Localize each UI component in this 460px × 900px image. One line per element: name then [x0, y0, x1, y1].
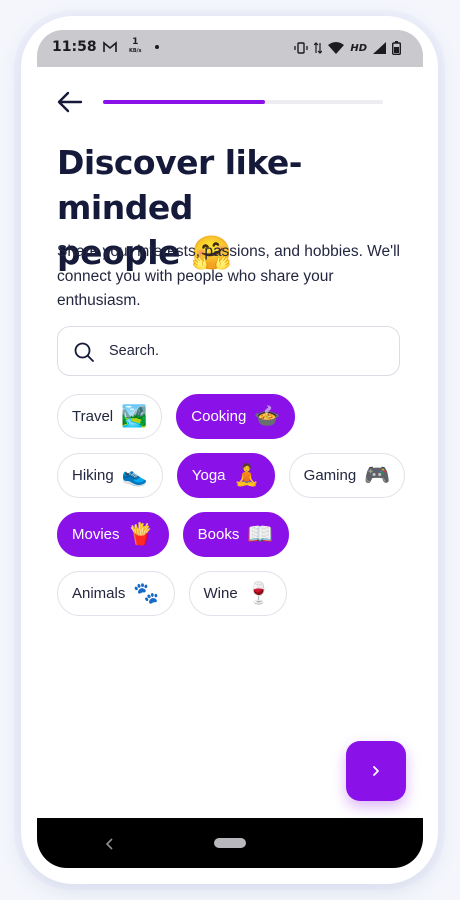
status-icons: HD — [294, 40, 401, 56]
next-button[interactable] — [346, 741, 406, 801]
page-subtitle: Share your interests, passions, and hobb… — [57, 243, 400, 309]
network-speed-value: 1 — [132, 37, 139, 47]
onboarding-interests-screen: Discover like-minded people 🤗 Share your… — [37, 67, 423, 818]
system-back-icon[interactable] — [105, 838, 115, 850]
interest-chip-label: Travel — [72, 408, 114, 425]
interest-chip-animals[interactable]: Animals 🐾 — [57, 571, 175, 616]
interest-chip-label: Cooking — [191, 408, 247, 425]
interest-emoji-icon: 🏞️ — [121, 405, 148, 428]
system-nav-bar — [37, 818, 423, 868]
progress-fill — [103, 100, 266, 104]
interest-chip-label: Hiking — [72, 467, 114, 484]
onboarding-progress-bar — [103, 100, 383, 104]
interest-chip-label: Wine — [203, 585, 238, 602]
interest-chip-label: Animals — [72, 585, 126, 602]
vibrate-icon — [294, 42, 308, 54]
interest-chip-list: Travel 🏞️ Cooking 🍲 Hiking 👟 Yoga 🧘 Gaming 🎮 Movie… — [57, 394, 407, 630]
search-icon — [74, 342, 94, 362]
interest-chip-row: Hiking 👟 Yoga 🧘 Gaming 🎮 — [57, 453, 407, 498]
back-arrow-icon[interactable] — [57, 91, 83, 113]
interest-emoji-icon: 🐾 — [133, 582, 160, 605]
search-input[interactable] — [109, 335, 379, 367]
interest-chip-yoga[interactable]: Yoga 🧘 — [176, 453, 275, 498]
interest-emoji-icon: 🍟 — [127, 523, 154, 546]
interest-chip-movies[interactable]: Movies 🍟 — [57, 512, 169, 557]
interest-chip-cooking[interactable]: Cooking 🍲 — [176, 394, 296, 439]
network-speed: 1 KB/s — [129, 38, 142, 56]
interest-chip-label: Gaming — [303, 467, 357, 484]
search-box[interactable] — [57, 326, 400, 376]
network-type: HD — [350, 42, 367, 54]
chevron-right-icon — [373, 766, 379, 776]
interest-chip-travel[interactable]: Travel 🏞️ — [57, 394, 163, 439]
interest-emoji-icon: 🍷 — [245, 582, 272, 605]
interest-chip-label: Movies — [72, 526, 120, 543]
battery-icon — [392, 41, 401, 55]
interest-chip-row: Travel 🏞️ Cooking 🍲 — [57, 394, 407, 439]
status-time: 11:58 — [52, 39, 97, 55]
system-home-pill[interactable] — [214, 838, 246, 848]
interest-emoji-icon: 📖 — [247, 523, 274, 546]
page-title-line-1: Discover like-minded — [57, 143, 303, 227]
interest-emoji-icon: 🧘 — [233, 464, 260, 487]
wifi-icon — [328, 42, 345, 54]
signal-icon — [373, 42, 386, 54]
interest-emoji-icon: 👟 — [121, 464, 148, 487]
interest-chip-gaming[interactable]: Gaming 🎮 — [288, 453, 406, 498]
interest-chip-row: Animals 🐾 Wine 🍷 — [57, 571, 407, 616]
network-speed-unit: KB/s — [129, 48, 142, 54]
data-arrows-icon — [314, 42, 323, 54]
status-bar: 11:58 1 KB/s HD — [37, 30, 423, 67]
interest-emoji-icon: 🍲 — [254, 405, 281, 428]
interest-chip-label: Yoga — [191, 467, 226, 484]
interest-chip-wine[interactable]: Wine 🍷 — [188, 571, 287, 616]
interest-chip-books[interactable]: Books 📖 — [182, 512, 289, 557]
interest-emoji-icon: 🎮 — [364, 464, 391, 487]
interest-chip-hiking[interactable]: Hiking 👟 — [57, 453, 163, 498]
interest-chip-label: Books — [197, 526, 240, 543]
phone-screen: 11:58 1 KB/s HD Discover like-minded peop… — [37, 30, 423, 868]
gmail-icon — [103, 41, 117, 52]
notification-dot-icon — [155, 45, 159, 49]
interest-chip-row: Movies 🍟 Books 📖 — [57, 512, 407, 557]
